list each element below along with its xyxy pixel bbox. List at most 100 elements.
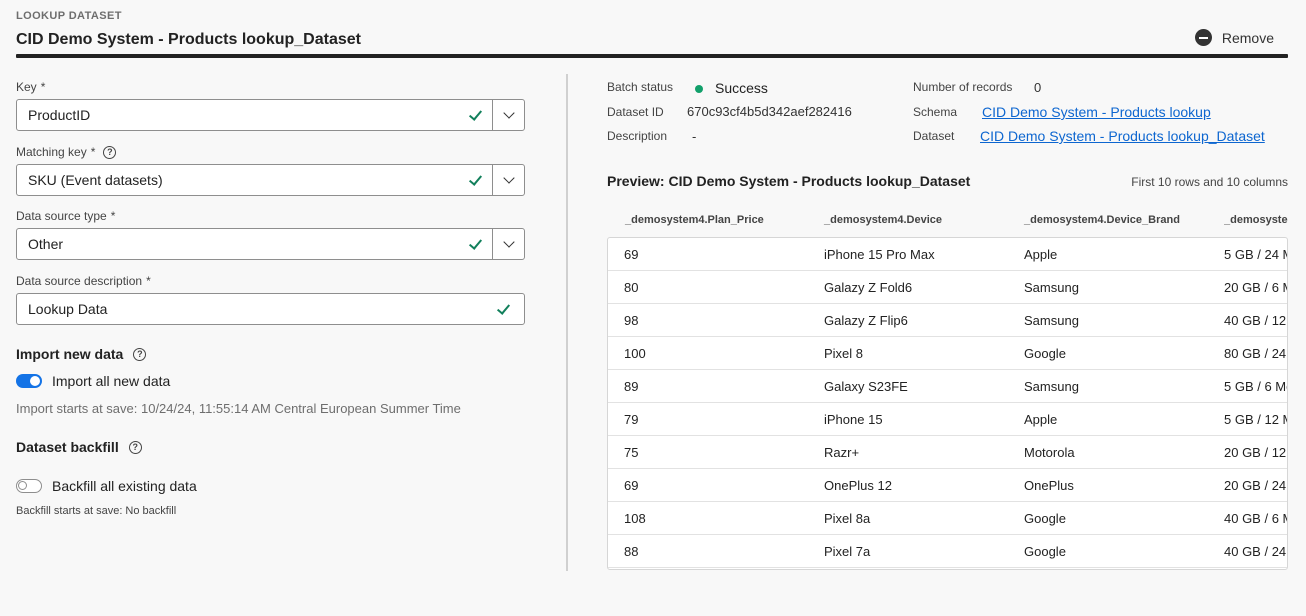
data-source-type-label-text: Data source type bbox=[16, 209, 107, 223]
dataset-link[interactable]: CID Demo System - Products lookup_Datase… bbox=[980, 128, 1265, 144]
dataset-id-value: 670c93cf4b5d342aef282416 bbox=[687, 104, 852, 119]
required-marker: * bbox=[90, 145, 96, 159]
table-cell: 80 bbox=[624, 280, 639, 295]
matching-key-combobox[interactable]: SKU (Event datasets) bbox=[16, 164, 525, 196]
table-cell: 20 GB / 6 M bbox=[1224, 280, 1288, 295]
column-header[interactable]: _demosystem4.Device bbox=[824, 214, 942, 226]
table-cell: Galazy Z Fold6 bbox=[824, 280, 913, 295]
matching-key-value[interactable]: SKU (Event datasets) bbox=[17, 172, 468, 188]
table-cell: OnePlus 12 bbox=[824, 478, 892, 493]
key-value[interactable]: ProductID bbox=[17, 107, 468, 123]
data-source-type-value[interactable]: Other bbox=[17, 236, 468, 252]
page-title: CID Demo System - Products lookup_Datase… bbox=[16, 31, 361, 48]
help-icon[interactable]: ? bbox=[133, 347, 147, 361]
remove-label: Remove bbox=[1221, 29, 1274, 46]
table-cell: 5 GB / 12 M bbox=[1224, 412, 1288, 427]
dataset-label: Dataset bbox=[913, 129, 955, 143]
backfill-toggle-switch[interactable] bbox=[16, 479, 42, 493]
data-source-description-value[interactable]: Lookup Data bbox=[17, 301, 496, 317]
table-row[interactable]: 98 Galazy Z Flip6 Samsung 40 GB / 12 I bbox=[608, 304, 1287, 337]
backfill-heading-text: Dataset backfill bbox=[16, 439, 119, 455]
table-cell: Galazy Z Flip6 bbox=[824, 313, 908, 328]
key-combobox[interactable]: ProductID bbox=[16, 99, 525, 131]
table-cell: 69 bbox=[624, 247, 639, 262]
import-heading: Import new data ? bbox=[16, 346, 147, 362]
required-marker: * bbox=[146, 274, 151, 288]
schema-label: Schema bbox=[913, 105, 958, 119]
check-icon bbox=[468, 237, 482, 251]
import-hint: Import starts at save: 10/24/24, 11:55:1… bbox=[16, 401, 461, 416]
dataset-id-label: Dataset ID bbox=[607, 105, 664, 119]
help-icon[interactable]: ? bbox=[103, 145, 117, 159]
help-icon[interactable]: ? bbox=[128, 440, 142, 454]
table-cell: 98 bbox=[624, 313, 639, 328]
preview-note: First 10 rows and 10 columns bbox=[1131, 175, 1288, 189]
remove-button[interactable]: Remove bbox=[1194, 29, 1274, 46]
required-marker: * bbox=[110, 209, 116, 223]
column-header[interactable]: _demosystem4.Device_Brand bbox=[1024, 214, 1180, 226]
required-marker: * bbox=[40, 80, 46, 94]
records-value: 0 bbox=[1034, 80, 1042, 95]
import-toggle-label: Import all new data bbox=[52, 373, 171, 389]
table-cell: Apple bbox=[1024, 247, 1058, 262]
schema-link[interactable]: CID Demo System - Products lookup bbox=[982, 104, 1211, 120]
table-row[interactable]: 108 Pixel 8a Google 40 GB / 6 M bbox=[608, 502, 1287, 535]
table-row[interactable]: 75 Razr+ Motorola 20 GB / 12 M bbox=[608, 436, 1287, 469]
backfill-toggle-row[interactable]: Backfill all existing data bbox=[16, 478, 197, 494]
data-source-description-label: Data source description * bbox=[16, 274, 151, 288]
preview-table[interactable]: 69 iPhone 15 Pro Max Apple 5 GB / 24 M 8… bbox=[607, 237, 1288, 570]
table-cell: 108 bbox=[624, 511, 646, 526]
table-row[interactable]: 100 Pixel 8 Google 80 GB / 24 bbox=[608, 337, 1287, 370]
table-cell: 79 bbox=[624, 412, 639, 427]
table-row[interactable]: 69 iPhone 15 Pro Max Apple 5 GB / 24 M bbox=[608, 238, 1287, 271]
records-label: Number of records bbox=[913, 80, 1013, 94]
table-cell: Pixel 8a bbox=[824, 511, 871, 526]
table-cell: OnePlus bbox=[1024, 478, 1074, 493]
batch-status-label: Batch status bbox=[607, 80, 674, 94]
table-cell: 5 GB / 6 Mo bbox=[1224, 379, 1288, 394]
column-header[interactable]: _demosystem4.Plan_Price bbox=[625, 214, 764, 226]
table-cell: 40 GB / 6 M bbox=[1224, 511, 1288, 526]
table-cell: Apple bbox=[1024, 412, 1058, 427]
import-toggle-row[interactable]: Import all new data bbox=[16, 373, 170, 389]
data-source-type-dropdown-button[interactable] bbox=[492, 229, 524, 259]
status-dot-icon bbox=[695, 85, 703, 94]
table-row[interactable]: 79 iPhone 15 Apple 5 GB / 12 M bbox=[608, 403, 1287, 436]
preview-title: Preview: CID Demo System - Products look… bbox=[607, 173, 971, 189]
table-cell: 89 bbox=[624, 379, 639, 394]
table-cell: Pixel 7a bbox=[824, 544, 871, 559]
backfill-toggle-label: Backfill all existing data bbox=[52, 478, 197, 494]
check-icon bbox=[496, 302, 510, 316]
matching-key-label: Matching key * ? bbox=[16, 145, 117, 159]
data-source-description-label-text: Data source description bbox=[16, 274, 143, 288]
backfill-heading: Dataset backfill ? bbox=[16, 439, 142, 455]
table-cell: 5 GB / 24 M bbox=[1224, 247, 1288, 262]
data-source-type-label: Data source type * bbox=[16, 209, 115, 223]
table-cell: Samsung bbox=[1024, 280, 1079, 295]
table-cell: iPhone 15 Pro Max bbox=[824, 247, 935, 262]
table-row[interactable]: 88 Pixel 7a Google 40 GB / 24 bbox=[608, 535, 1287, 568]
table-row[interactable]: 89 Galaxy S23FE Samsung 5 GB / 6 Mo bbox=[608, 370, 1287, 403]
batch-status-value: Success bbox=[715, 80, 768, 96]
table-cell: iPhone 15 bbox=[824, 412, 883, 427]
chevron-down-icon bbox=[502, 107, 515, 119]
table-cell: 69 bbox=[624, 478, 639, 493]
panel-divider bbox=[566, 74, 568, 571]
table-row[interactable]: 69 OnePlus 12 OnePlus 20 GB / 24 bbox=[608, 469, 1287, 502]
data-source-type-combobox[interactable]: Other bbox=[16, 228, 525, 260]
matching-key-label-text: Matching key bbox=[16, 145, 87, 159]
table-cell: Pixel 8 bbox=[824, 346, 864, 361]
column-header[interactable]: _demosystem bbox=[1224, 214, 1288, 226]
import-toggle-switch[interactable] bbox=[16, 374, 42, 388]
key-dropdown-button[interactable] bbox=[492, 100, 524, 130]
check-icon bbox=[468, 108, 482, 122]
table-row[interactable]: 80 Galazy Z Fold6 Samsung 20 GB / 6 M bbox=[608, 271, 1287, 304]
data-source-description-field[interactable]: Lookup Data bbox=[16, 293, 525, 325]
description-value: - bbox=[692, 129, 697, 144]
batch-status: Success bbox=[695, 80, 768, 96]
table-cell: Samsung bbox=[1024, 379, 1079, 394]
table-cell: Google bbox=[1024, 511, 1066, 526]
table-cell: Razr+ bbox=[824, 445, 860, 460]
key-label-text: Key bbox=[16, 80, 37, 94]
matching-key-dropdown-button[interactable] bbox=[492, 165, 524, 195]
